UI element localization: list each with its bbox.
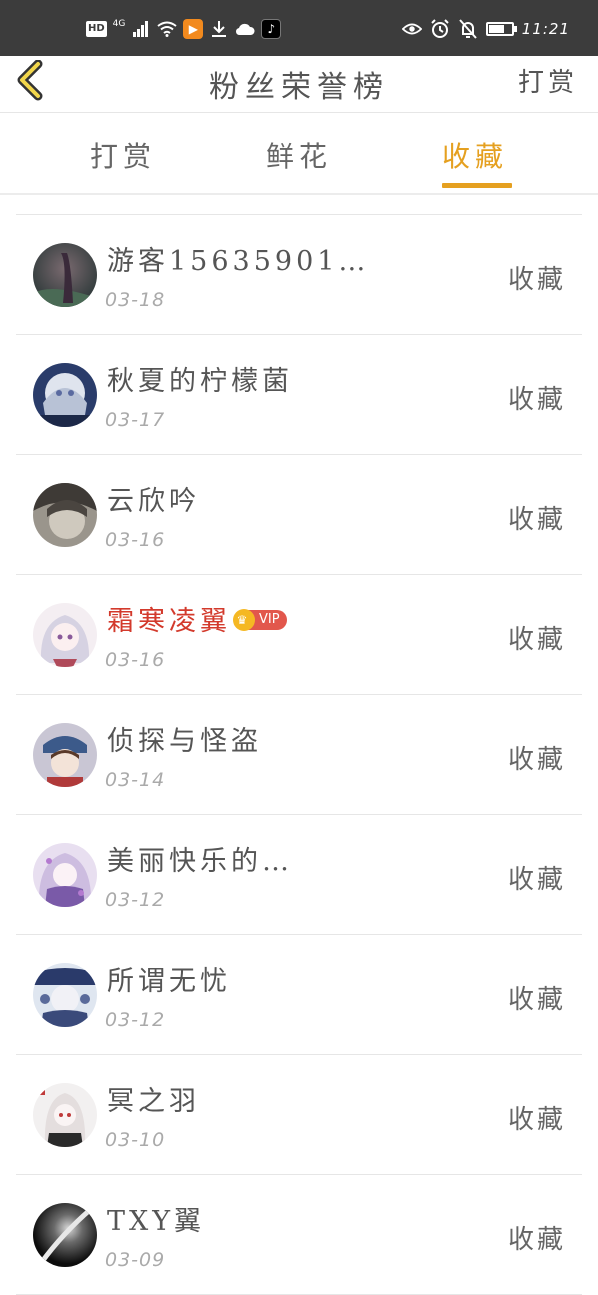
network-type: 4G: [112, 19, 126, 29]
fan-list: 游客15635901… 03-18 收藏 秋夏的柠檬菌 03-17 收藏 云欣吟…: [16, 214, 582, 1295]
action-label: 收藏: [507, 1105, 566, 1135]
signal-icon: [131, 19, 151, 39]
action-label: 收藏: [507, 625, 566, 655]
battery-icon: [485, 22, 517, 36]
alarm-icon: [430, 19, 450, 39]
list-item[interactable]: 冥之羽 03-10 收藏: [16, 1055, 582, 1175]
action-label: 收藏: [507, 385, 566, 415]
action-label: 收藏: [507, 865, 566, 895]
action-label: 收藏: [507, 265, 566, 295]
eye-icon: [401, 19, 422, 39]
avatar: [33, 243, 97, 307]
app-header: 粉丝荣誉榜 打赏: [0, 56, 598, 113]
user-name: 秋夏的柠檬菌: [107, 366, 293, 397]
user-name: 霜寒凌翼: [107, 606, 231, 637]
battery-fill: [488, 25, 505, 33]
tiktok-icon: ♪: [261, 19, 282, 39]
favorite-date: 03-17: [105, 409, 166, 431]
active-tab-indicator: [442, 183, 512, 188]
list-item[interactable]: 美丽快乐的… 03-12 收藏: [16, 815, 582, 935]
download-icon: [209, 19, 229, 39]
status-left-icons: HD 4G ▶ ♪: [86, 18, 282, 40]
tab-bar: 打赏 鲜花 收藏: [0, 113, 598, 195]
action-label: 收藏: [507, 1225, 566, 1255]
avatar: [33, 963, 97, 1027]
avatar: [33, 723, 97, 787]
action-label: 收藏: [507, 505, 566, 535]
action-label: 收藏: [507, 985, 566, 1015]
user-name: 侦探与怪盗: [107, 726, 262, 757]
user-name: 冥之羽: [107, 1086, 200, 1117]
hd-icon: HD: [86, 21, 107, 37]
favorite-date: 03-10: [105, 1129, 166, 1151]
crown-icon: ♛: [233, 608, 255, 631]
avatar: [33, 1083, 97, 1147]
mute-bell-icon: [458, 19, 478, 39]
favorite-date: 03-14: [105, 769, 166, 791]
user-name: TXY翼: [107, 1206, 206, 1237]
tab-favorites[interactable]: 收藏: [442, 135, 508, 175]
list-item[interactable]: 所谓无忧 03-12 收藏: [16, 935, 582, 1055]
user-name: 美丽快乐的…: [107, 846, 293, 877]
avatar: [33, 1203, 97, 1267]
favorite-date: 03-18: [105, 289, 166, 311]
user-name: 游客15635901…: [107, 246, 370, 277]
list-item[interactable]: 云欣吟 03-16 收藏: [16, 455, 582, 575]
wifi-icon: [157, 19, 177, 39]
video-app-icon: ▶: [183, 19, 204, 39]
user-name-vip: 霜寒凌翼 ♛ VIP: [107, 599, 287, 638]
user-name: 云欣吟: [107, 486, 200, 517]
status-time: 11:21: [521, 20, 570, 38]
avatar: [33, 363, 97, 427]
avatar: [33, 603, 97, 667]
list-item[interactable]: 霜寒凌翼 ♛ VIP 03-16 收藏: [16, 575, 582, 695]
list-item[interactable]: TXY翼 03-09 收藏: [16, 1175, 582, 1295]
favorite-date: 03-16: [105, 649, 166, 671]
user-name: 所谓无忧: [107, 966, 231, 997]
tab-flowers[interactable]: 鲜花: [266, 135, 332, 175]
status-bar: HD 4G ▶ ♪ 11:21: [0, 0, 598, 56]
reward-button[interactable]: 打赏: [518, 62, 578, 99]
list-item[interactable]: 侦探与怪盗 03-14 收藏: [16, 695, 582, 815]
cloud-icon: [235, 19, 255, 39]
favorite-date: 03-12: [105, 1009, 166, 1031]
status-right-icons: 11:21: [401, 18, 570, 40]
favorite-date: 03-16: [105, 529, 166, 551]
avatar: [33, 843, 97, 907]
avatar: [33, 483, 97, 547]
page-title: 粉丝荣誉榜: [209, 70, 389, 105]
list-item[interactable]: 秋夏的柠檬菌 03-17 收藏: [16, 335, 582, 455]
vip-badge: ♛ VIP: [233, 608, 287, 631]
action-label: 收藏: [507, 745, 566, 775]
list-item[interactable]: 游客15635901… 03-18 收藏: [16, 215, 582, 335]
favorite-date: 03-12: [105, 889, 166, 911]
tab-reward[interactable]: 打赏: [90, 135, 156, 175]
favorite-date: 03-09: [105, 1249, 166, 1271]
